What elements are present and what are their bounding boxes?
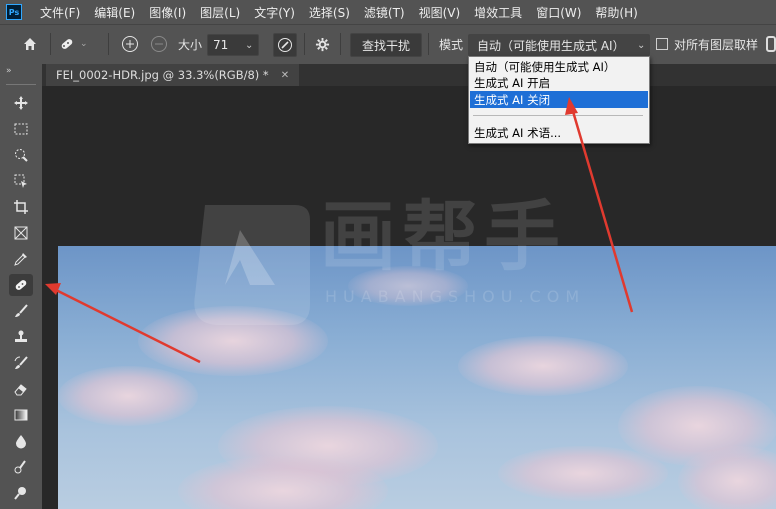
mode-label: 模式 [439, 37, 464, 52]
plus-circle-icon [122, 36, 138, 52]
eraser-tool[interactable] [9, 378, 33, 400]
dodge-icon [14, 487, 26, 500]
sample-all-layers-label: 对所有图层取样 [674, 37, 759, 52]
size-label: 大小 [178, 37, 203, 52]
document-tab-bar: FEI_0002-HDR.jpg @ 33.3%(RGB/8) * ✕ [42, 64, 776, 86]
close-icon[interactable]: ✕ [281, 70, 289, 81]
pressure-button[interactable] [273, 33, 297, 57]
menu-image[interactable]: 图像(I) [143, 4, 194, 21]
find-distractions-button[interactable]: 查找干扰 [350, 33, 422, 57]
mode-dropdown-list: 自动（可能使用生成式 AI） 生成式 AI 开启 生成式 AI 关闭 生成式 A… [468, 56, 650, 144]
sample-all-layers-checkbox[interactable]: 对所有图层取样 [656, 33, 758, 55]
chevron-down-icon: ⌄ [637, 39, 646, 51]
menu-bar: Ps 文件(F) 编辑(E) 图像(I) 图层(L) 文字(Y) 选择(S) 滤… [0, 0, 776, 24]
document-tab-title: FEI_0002-HDR.jpg @ 33.3%(RGB/8) * [56, 68, 269, 82]
menu-file[interactable]: 文件(F) [34, 4, 88, 21]
quick-selection-icon [15, 149, 28, 162]
object-selection-icon [14, 174, 27, 188]
minus-circle-icon [151, 36, 167, 52]
menu-window[interactable]: 窗口(W) [530, 4, 589, 21]
eraser-icon [14, 384, 27, 396]
gradient-tool[interactable] [9, 404, 33, 426]
menu-select[interactable]: 选择(S) [303, 4, 358, 21]
drop-icon [16, 435, 26, 449]
brush-icon [15, 304, 28, 317]
home-button[interactable] [18, 33, 42, 55]
chevron-down-icon: ⌄ [80, 39, 88, 49]
mode-option-auto[interactable]: 自动（可能使用生成式 AI） [470, 58, 648, 75]
settings-button[interactable] [312, 33, 332, 55]
history-brush-tool[interactable] [9, 352, 33, 374]
menu-edit[interactable]: 编辑(E) [88, 4, 143, 21]
dodge-tool[interactable] [9, 482, 33, 504]
clone-stamp-tool[interactable] [9, 326, 33, 348]
mode-select[interactable]: 自动（可能使用生成式 AI） ⌄ [468, 34, 650, 56]
menu-layer[interactable]: 图层(L) [194, 4, 248, 21]
crop-icon [14, 200, 28, 214]
remove-tool-icon [61, 39, 73, 49]
history-brush-icon [14, 356, 28, 369]
crop-tool[interactable] [9, 196, 33, 218]
menu-view[interactable]: 视图(V) [413, 4, 469, 21]
menu-help[interactable]: 帮助(H) [589, 4, 645, 21]
checkbox-icon [656, 38, 668, 50]
menu-type[interactable]: 文字(Y) [248, 4, 303, 21]
brush-tool[interactable] [9, 300, 33, 322]
quick-selection-tool[interactable] [9, 144, 33, 166]
document-image[interactable] [58, 246, 776, 509]
collapse-panel-icon[interactable]: » [6, 66, 12, 76]
move-tool[interactable] [9, 92, 33, 114]
eyedropper-icon [14, 253, 27, 266]
gradient-icon [14, 409, 28, 421]
gear-icon [315, 37, 329, 51]
object-selection-tool[interactable] [9, 170, 33, 192]
add-to-stroke-button[interactable] [118, 33, 142, 55]
mode-option-generative-ai-on[interactable]: 生成式 AI 开启 [470, 74, 648, 91]
frame-icon [14, 226, 28, 240]
blur-tool[interactable] [9, 430, 33, 452]
remove-tool[interactable] [9, 274, 33, 296]
remove-tool-icon [15, 280, 27, 290]
mode-select-value: 自动（可能使用生成式 AI） [477, 38, 625, 53]
tool-preset-picker[interactable]: ⌄ [58, 33, 98, 55]
frame-tool[interactable] [9, 222, 33, 244]
document-tab[interactable]: FEI_0002-HDR.jpg @ 33.3%(RGB/8) * ✕ [46, 64, 300, 86]
subtract-from-stroke-button[interactable] [147, 33, 171, 55]
menu-filter[interactable]: 滤镜(T) [358, 4, 413, 21]
more-options-icon[interactable] [766, 33, 776, 55]
size-value: 71 [213, 38, 229, 52]
marquee-tool[interactable] [9, 118, 33, 140]
photoshop-logo-icon[interactable]: Ps [6, 4, 22, 20]
menu-plugins[interactable]: 增效工具 [468, 4, 530, 21]
mode-option-generative-ai-terms[interactable]: 生成式 AI 术语... [470, 124, 648, 141]
rectangle-marquee-icon [14, 123, 28, 135]
options-bar: ⌄ 大小 71 ⌄ 查找干扰 模式 自动（可能使用生成式 AI） ⌄ 对所有图层… [0, 24, 776, 65]
stamp-icon [15, 330, 27, 342]
mode-option-generative-ai-off[interactable]: 生成式 AI 关闭 [470, 91, 648, 108]
pressure-pen-icon [278, 38, 292, 52]
smudge-icon [14, 460, 26, 474]
move-icon [14, 96, 28, 110]
dropdown-divider [473, 115, 643, 116]
home-icon [24, 38, 36, 50]
smudge-tool[interactable] [9, 456, 33, 478]
eyedropper-tool[interactable] [9, 248, 33, 270]
size-field[interactable]: 71 ⌄ [207, 34, 259, 56]
canvas-area[interactable] [42, 86, 776, 509]
tools-panel: » [0, 64, 42, 509]
chevron-down-icon: ⌄ [245, 39, 254, 51]
